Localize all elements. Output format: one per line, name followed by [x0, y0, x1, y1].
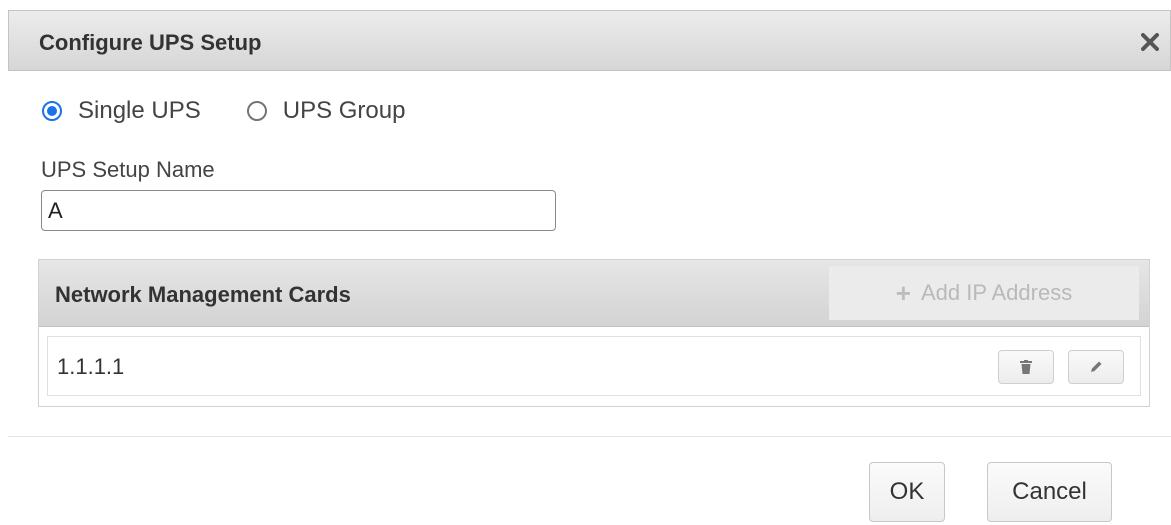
pencil-icon	[1091, 361, 1102, 372]
dialog-header: Configure UPS Setup	[8, 10, 1171, 71]
ups-group-label: UPS Group	[282, 97, 406, 124]
single-ups-radio[interactable]: Single UPS	[42, 97, 201, 125]
footer-divider	[8, 436, 1171, 437]
ip-address-row: 1.1.1.1	[47, 336, 1141, 396]
ok-button[interactable]: OK	[869, 462, 945, 522]
close-button[interactable]	[1136, 28, 1164, 56]
ip-address-text: 1.1.1.1	[57, 354, 125, 379]
setup-name-input[interactable]	[41, 190, 556, 231]
ups-group-radio[interactable]: UPS Group	[246, 97, 406, 125]
cancel-button[interactable]: Cancel	[987, 462, 1112, 522]
setup-name-label: UPS Setup Name	[41, 157, 215, 182]
dialog-title: Configure UPS Setup	[39, 30, 262, 55]
trash-icon	[1020, 360, 1032, 374]
setup-type-radio-group: Single UPS UPS Group	[42, 94, 405, 128]
network-cards-header: Network Management Cards + Add IP Addres…	[39, 260, 1149, 327]
radio-checked-icon[interactable]	[42, 101, 62, 121]
radio-unchecked-icon[interactable]	[246, 101, 267, 121]
close-icon	[1141, 33, 1159, 51]
delete-ip-button[interactable]	[998, 350, 1054, 384]
network-cards-title: Network Management Cards	[55, 282, 351, 307]
edit-ip-button[interactable]	[1068, 350, 1124, 384]
network-cards-panel: Network Management Cards + Add IP Addres…	[38, 259, 1150, 407]
add-ip-address-label: Add IP Address	[920, 280, 1073, 305]
plus-icon: +	[895, 277, 911, 308]
add-ip-address-button[interactable]: + Add IP Address	[829, 266, 1139, 320]
single-ups-label: Single UPS	[78, 97, 201, 124]
